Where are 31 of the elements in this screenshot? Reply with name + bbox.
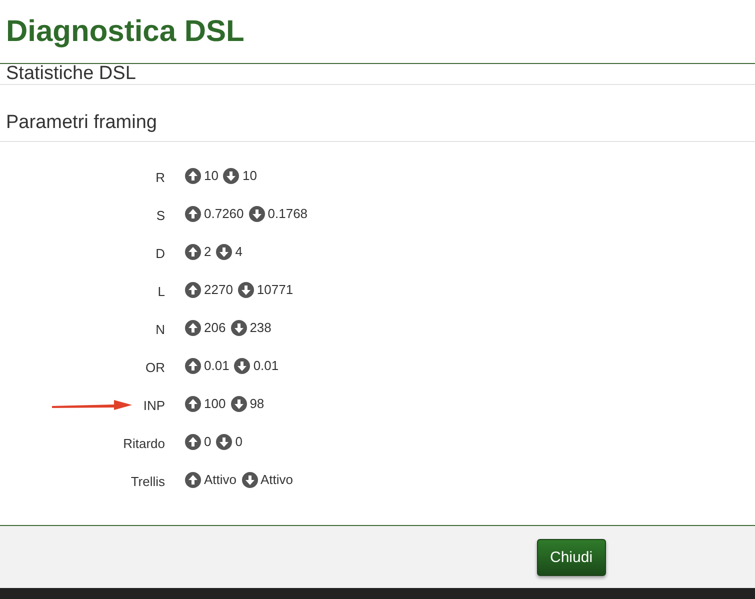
parameter-label: OR	[146, 360, 165, 375]
parameter-label: L	[158, 284, 165, 299]
downstream-value: Attivo	[260, 472, 294, 487]
parameter-label: INP	[143, 398, 165, 413]
section-heading: Statistiche DSL	[6, 64, 136, 84]
section-heading: Parametri framing	[6, 113, 157, 133]
upstream-value: 100	[204, 396, 226, 411]
parameter-label: Ritardo	[123, 436, 165, 451]
upstream-value: 2270	[204, 282, 233, 297]
parameter-label: N	[156, 322, 165, 337]
parameter-label: Trellis	[130, 474, 165, 489]
downstream-value: 238	[250, 320, 272, 335]
upstream-value: 10	[204, 168, 218, 183]
upstream-value: 2	[204, 244, 212, 259]
downstream-value: 0.01	[253, 358, 279, 373]
downstream-value: 0	[235, 434, 242, 449]
upstream-value: 0.7260	[204, 206, 244, 221]
parameter-label: R	[156, 170, 165, 185]
downstream-value: 0.1768	[268, 206, 308, 221]
downstream-value: 10	[242, 168, 257, 183]
downstream-value: 4	[235, 244, 242, 259]
downstream-value: 10771	[256, 282, 294, 297]
dialog-title: Diagnostica DSL	[6, 14, 244, 48]
upstream-value: 0	[204, 434, 212, 449]
downstream-value: 98	[250, 396, 264, 411]
upstream-value: 0.01	[204, 358, 230, 373]
upstream-value: Attivo	[204, 472, 237, 487]
parameter-label: D	[156, 246, 165, 261]
parameter-label: S	[156, 208, 165, 223]
close-button[interactable]: Chiudi	[537, 538, 606, 576]
upstream-value: 206	[204, 320, 226, 335]
